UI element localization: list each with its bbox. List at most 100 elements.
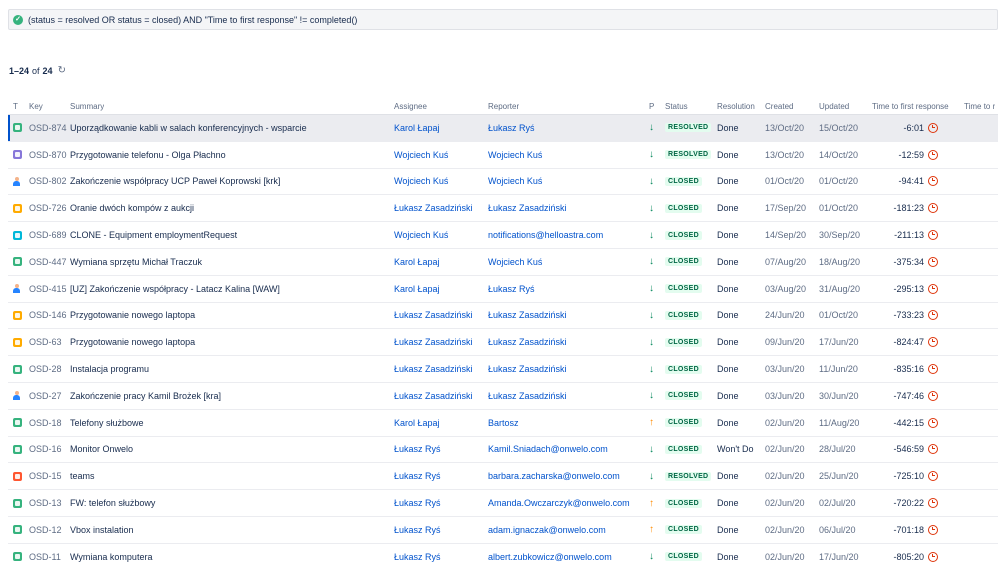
issue-key-link[interactable]: OSD-16 (29, 437, 62, 463)
table-row[interactable]: OSD-870 Przygotowanie telefonu - Olga Pła… (8, 142, 998, 169)
reporter-link[interactable]: Amanda.Owczarczyk@onwelo.com (488, 490, 646, 516)
assignee-link[interactable]: Wojciech Kuś (394, 142, 486, 168)
issue-key-link[interactable]: OSD-146 (29, 303, 67, 329)
issue-summary-link[interactable]: Vbox instalation (70, 517, 388, 543)
column-header-ttfr[interactable]: Time to first response (872, 102, 949, 111)
table-row[interactable]: OSD-415 [UZ] Zakończenie współpracy - Lat… (8, 276, 998, 303)
table-row[interactable]: OSD-447 Wymiana sprzętu Michał Traczuk Kar… (8, 249, 998, 276)
assignee-link[interactable]: Łukasz Ryś (394, 437, 486, 463)
column-header-updated[interactable]: Updated (819, 102, 849, 111)
column-header-status[interactable]: Status (665, 102, 688, 111)
jql-query-text[interactable]: (status = resolved OR status = closed) A… (28, 15, 357, 25)
table-row[interactable]: OSD-27 Zakończenie pracy Kamil Brożek [kr… (8, 383, 998, 410)
reporter-link[interactable]: Wojciech Kuś (488, 142, 646, 168)
column-header-assignee[interactable]: Assignee (394, 102, 427, 111)
issue-summary-link[interactable]: Telefony służbowe (70, 410, 388, 436)
issue-summary-link[interactable]: Monitor Onwelo (70, 437, 388, 463)
reporter-link[interactable]: Łukasz Zasadziński (488, 195, 646, 221)
issue-summary-link[interactable]: Oranie dwóch kompów z aukcji (70, 195, 388, 221)
table-row[interactable]: OSD-13 FW: telefon służbowy Łukasz Ryś Aman… (8, 490, 998, 517)
issue-summary-link[interactable]: [UZ] Zakończenie współpracy - Latacz Kal… (70, 276, 388, 302)
issue-summary-link[interactable]: CLONE - Equipment employmentRequest (70, 222, 388, 248)
table-row[interactable]: OSD-726 Oranie dwóch kompów z aukcji Łukas… (8, 195, 998, 223)
assignee-link[interactable]: Łukasz Zasadziński (394, 195, 486, 221)
issue-key-link[interactable]: OSD-689 (29, 222, 67, 248)
reporter-link[interactable]: albert.zubkowicz@onwelo.com (488, 544, 646, 565)
assignee-link[interactable]: Łukasz Ryś (394, 544, 486, 565)
issue-key-link[interactable]: OSD-27 (29, 383, 62, 409)
issue-summary-link[interactable]: Zakończenie współpracy UCP Paweł Koprows… (70, 169, 388, 195)
table-row[interactable]: OSD-689 CLONE - Equipment employmentReque… (8, 222, 998, 249)
issue-key-link[interactable]: OSD-13 (29, 490, 62, 516)
issue-summary-link[interactable]: Uporządkowanie kabli w salach konferency… (70, 115, 388, 141)
column-header-key[interactable]: Key (29, 102, 43, 111)
issue-key-link[interactable]: OSD-447 (29, 249, 67, 275)
column-header-created[interactable]: Created (765, 102, 793, 111)
reporter-link[interactable]: Łukasz Ryś (488, 276, 646, 302)
reporter-link[interactable]: Łukasz Ryś (488, 115, 646, 141)
assignee-link[interactable]: Karol Łapaj (394, 249, 486, 275)
column-header-summary[interactable]: Summary (70, 102, 104, 111)
column-header-t[interactable]: T (13, 102, 18, 111)
issue-key-link[interactable]: OSD-11 (29, 544, 61, 565)
issue-key-link[interactable]: OSD-12 (29, 517, 62, 543)
reporter-link[interactable]: Kamil.Sniadach@onwelo.com (488, 437, 646, 463)
table-row[interactable]: OSD-12 Vbox instalation Łukasz Ryś adam.ign… (8, 517, 998, 544)
assignee-link[interactable]: Łukasz Zasadziński (394, 383, 486, 409)
reporter-link[interactable]: Łukasz Zasadziński (488, 329, 646, 355)
refresh-icon[interactable]: ↻ (58, 65, 66, 76)
issue-key-link[interactable]: OSD-415 (29, 276, 67, 302)
assignee-link[interactable]: Wojciech Kuś (394, 222, 486, 248)
issue-summary-link[interactable]: Instalacja programu (70, 356, 388, 382)
reporter-link[interactable]: Bartosz (488, 410, 646, 436)
issue-key-link[interactable]: OSD-870 (29, 142, 67, 168)
issue-summary-link[interactable]: Przygotowanie telefonu - Olga Płachno (70, 142, 388, 168)
issue-summary-link[interactable]: Zakończenie pracy Kamil Brożek [kra] (70, 383, 388, 409)
issue-summary-link[interactable]: Wymiana sprzętu Michał Traczuk (70, 249, 388, 275)
issue-key-link[interactable]: OSD-18 (29, 410, 62, 436)
reporter-link[interactable]: Łukasz Zasadziński (488, 383, 646, 409)
column-header-resolution[interactable]: Resolution (717, 102, 755, 111)
table-row[interactable]: OSD-18 Telefony służbowe Karol Łapaj Bartos… (8, 410, 998, 437)
assignee-link[interactable]: Łukasz Ryś (394, 490, 486, 516)
table-row[interactable]: OSD-16 Monitor Onwelo Łukasz Ryś Kamil.Snia… (8, 437, 998, 464)
assignee-link[interactable]: Łukasz Ryś (394, 517, 486, 543)
assignee-link[interactable]: Karol Łapaj (394, 115, 486, 141)
issue-key-link[interactable]: OSD-28 (29, 356, 62, 382)
reporter-link[interactable]: Łukasz Zasadziński (488, 356, 646, 382)
reporter-link[interactable]: adam.ignaczak@onwelo.com (488, 517, 646, 543)
issue-summary-link[interactable]: FW: telefon służbowy (70, 490, 388, 516)
assignee-link[interactable]: Łukasz Zasadziński (394, 356, 486, 382)
reporter-link[interactable]: notifications@helloastra.com (488, 222, 646, 248)
issue-key-link[interactable]: OSD-63 (29, 329, 62, 355)
table-row[interactable]: OSD-15 teams Łukasz Ryś barbara.zacharska@o… (8, 463, 998, 491)
issue-key-link[interactable]: OSD-726 (29, 195, 67, 221)
table-row[interactable]: OSD-28 Instalacja programu Łukasz Zasadziń… (8, 356, 998, 383)
assignee-link[interactable]: Karol Łapaj (394, 410, 486, 436)
column-header-p[interactable]: P (649, 102, 654, 111)
issue-summary-link[interactable]: Przygotowanie nowego laptopa (70, 303, 388, 329)
column-header-reporter[interactable]: Reporter (488, 102, 519, 111)
table-row[interactable]: OSD-802 Zakończenie współpracy UCP Paweł … (8, 169, 998, 196)
issue-summary-link[interactable]: Wymiana komputera (70, 544, 388, 565)
column-header-ttr[interactable]: Time to r (964, 102, 995, 111)
reporter-link[interactable]: barbara.zacharska@onwelo.com (488, 463, 646, 489)
table-row[interactable]: OSD-874 Uporządkowanie kabli w salach kon… (8, 115, 998, 142)
table-row[interactable]: OSD-146 Przygotowanie nowego laptopa Łukas… (8, 303, 998, 330)
assignee-link[interactable]: Łukasz Zasadziński (394, 303, 486, 329)
table-row[interactable]: OSD-11 Wymiana komputera Łukasz Ryś albert.… (8, 544, 998, 565)
jql-query-bar[interactable]: ✓ (status = resolved OR status = closed)… (8, 9, 998, 30)
assignee-link[interactable]: Wojciech Kuś (394, 169, 486, 195)
reporter-link[interactable]: Wojciech Kuś (488, 249, 646, 275)
assignee-link[interactable]: Karol Łapaj (394, 276, 486, 302)
assignee-link[interactable]: Łukasz Ryś (394, 463, 486, 489)
reporter-link[interactable]: Wojciech Kuś (488, 169, 646, 195)
assignee-link[interactable]: Łukasz Zasadziński (394, 329, 486, 355)
issue-key-link[interactable]: OSD-802 (29, 169, 67, 195)
reporter-link[interactable]: Łukasz Zasadziński (488, 303, 646, 329)
issue-key-link[interactable]: OSD-15 (29, 463, 62, 489)
issue-key-link[interactable]: OSD-874 (29, 115, 67, 141)
issue-summary-link[interactable]: teams (70, 463, 388, 489)
table-row[interactable]: OSD-63 Przygotowanie nowego laptopa Łukasz… (8, 329, 998, 357)
issue-summary-link[interactable]: Przygotowanie nowego laptopa (70, 329, 388, 355)
